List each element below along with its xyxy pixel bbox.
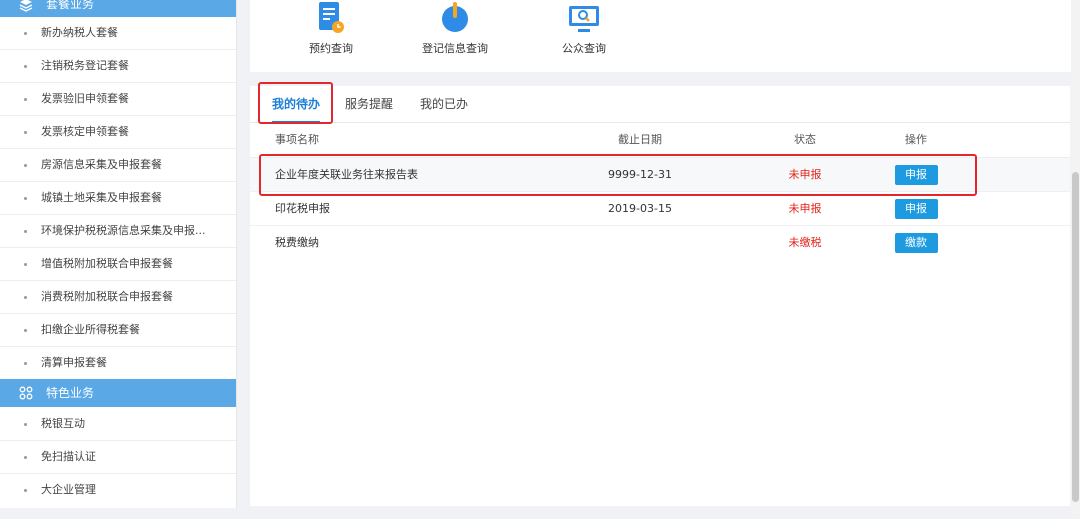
sidebar-item-tax-bank[interactable]: 税银互动	[0, 408, 236, 441]
tab-service-reminder[interactable]: 服务提醒	[345, 86, 393, 122]
bullet-icon	[24, 361, 27, 365]
header-status: 状态	[794, 133, 816, 146]
row-status: 未缴税	[788, 236, 822, 249]
sidebar-section-packages[interactable]: 套餐业务	[0, 0, 236, 17]
sidebar-item-label: 扣缴企业所得税套餐	[41, 323, 140, 336]
quick-links-panel: 预约查询 登记信息查询 公众查询	[250, 0, 1080, 72]
sidebar: 套餐业务 新办纳税人套餐 注销税务登记套餐 发票验旧申领套餐 发票核定申领套餐 …	[0, 0, 237, 508]
layers-icon	[18, 0, 34, 13]
row-name: 印花税申报	[275, 202, 330, 215]
sidebar-item-label: 发票核定申领套餐	[41, 125, 129, 138]
pay-button[interactable]: 缴款	[894, 233, 938, 253]
sidebar-item-label: 免扫描认证	[41, 450, 96, 463]
sidebar-section-label: 特色业务	[46, 386, 95, 400]
sidebar-item-vat-surcharge[interactable]: 增值税附加税联合申报套餐	[0, 248, 236, 281]
sidebar-item-liquidation[interactable]: 清算申报套餐	[0, 347, 236, 380]
header-name: 事项名称	[275, 133, 319, 146]
header-operation: 操作	[905, 133, 927, 146]
bullet-icon	[24, 97, 27, 101]
bullet-icon	[24, 130, 27, 134]
sidebar-item-invoice-verify[interactable]: 发票验旧申领套餐	[0, 83, 236, 116]
quick-link-label: 公众查询	[562, 42, 606, 55]
sidebar-item-label: 消费税附加税联合申报套餐	[41, 290, 173, 303]
page-scrollbar[interactable]	[1071, 0, 1080, 519]
row-date: 2019-03-15	[608, 202, 672, 215]
row-action-cell: 缴款	[894, 226, 938, 259]
sidebar-item-scan-free-cert[interactable]: 免扫描认证	[0, 441, 236, 474]
sidebar-item-label: 房源信息采集及申报套餐	[41, 158, 162, 171]
bullet-icon	[24, 422, 27, 426]
grid-circles-icon	[18, 385, 34, 401]
sidebar-item-urban-land[interactable]: 城镇土地采集及申报套餐	[0, 182, 236, 215]
sidebar-item-property-info[interactable]: 房源信息采集及申报套餐	[0, 149, 236, 182]
bullet-icon	[24, 31, 27, 35]
power-icon	[405, 0, 505, 34]
header-date: 截止日期	[618, 133, 662, 146]
bullet-icon	[24, 295, 27, 299]
todo-panel: 我的待办 服务提醒 我的已办 事项名称 截止日期 状态 操作 企业年度关联业务往…	[250, 86, 1070, 506]
tab-bar: 我的待办 服务提醒 我的已办	[250, 86, 1070, 123]
table-row: 印花税申报 2019-03-15 未申报 申报	[250, 192, 1070, 226]
quick-link-label: 登记信息查询	[422, 42, 488, 55]
quick-link-public-query[interactable]: 公众查询	[534, 0, 634, 56]
sidebar-item-invoice-approve[interactable]: 发票核定申领套餐	[0, 116, 236, 149]
bullet-icon	[24, 262, 27, 266]
bullet-icon	[24, 196, 27, 200]
sidebar-item-label: 环境保护税税源信息采集及申报...	[41, 224, 206, 237]
bullet-icon	[24, 488, 27, 492]
sidebar-item-env-tax[interactable]: 环境保护税税源信息采集及申报...	[0, 215, 236, 248]
tab-my-done[interactable]: 我的已办	[420, 86, 468, 122]
sidebar-item-label: 发票验旧申领套餐	[41, 92, 129, 105]
sidebar-item-label: 大企业管理	[41, 483, 96, 496]
declare-button[interactable]: 申报	[894, 199, 938, 219]
table-header: 事项名称 截止日期 状态 操作	[250, 123, 1070, 158]
sidebar-item-label: 城镇土地采集及申报套餐	[41, 191, 162, 204]
bullet-icon	[24, 455, 27, 459]
quick-link-label: 预约查询	[309, 42, 353, 55]
sidebar-item-withholding-cit[interactable]: 扣缴企业所得税套餐	[0, 314, 236, 347]
sidebar-item-large-enterprise[interactable]: 大企业管理	[0, 474, 236, 506]
sidebar-item-cancel-registration[interactable]: 注销税务登记套餐	[0, 50, 236, 83]
sidebar-item-label: 注销税务登记套餐	[41, 59, 129, 72]
sidebar-section-label: 套餐业务	[46, 0, 95, 11]
highlight-box-tab	[258, 82, 333, 124]
bullet-icon	[24, 64, 27, 68]
row-status: 未申报	[788, 202, 822, 215]
bullet-icon	[24, 328, 27, 332]
bullet-icon	[24, 163, 27, 167]
sidebar-section-featured[interactable]: 特色业务	[0, 379, 236, 407]
row-name: 税费缴纳	[275, 236, 319, 249]
bullet-icon	[24, 229, 27, 233]
row-action-cell: 申报	[894, 192, 938, 225]
calendar-doc-icon	[281, 0, 381, 34]
scrollbar-thumb[interactable]	[1072, 172, 1079, 502]
sidebar-item-label: 增值税附加税联合申报套餐	[41, 257, 173, 270]
quick-link-registration-info[interactable]: 登记信息查询	[405, 0, 505, 56]
quick-link-appointment[interactable]: 预约查询	[281, 0, 381, 56]
table-row: 税费缴纳 未缴税 缴款	[250, 226, 1070, 259]
highlight-box-row	[259, 154, 977, 196]
sidebar-item-label: 清算申报套餐	[41, 356, 107, 369]
monitor-search-icon	[534, 0, 634, 34]
sidebar-item-new-taxpayer[interactable]: 新办纳税人套餐	[0, 17, 236, 50]
sidebar-item-label: 新办纳税人套餐	[41, 26, 118, 39]
sidebar-item-consumption-surcharge[interactable]: 消费税附加税联合申报套餐	[0, 281, 236, 314]
sidebar-item-label: 税银互动	[41, 417, 85, 430]
